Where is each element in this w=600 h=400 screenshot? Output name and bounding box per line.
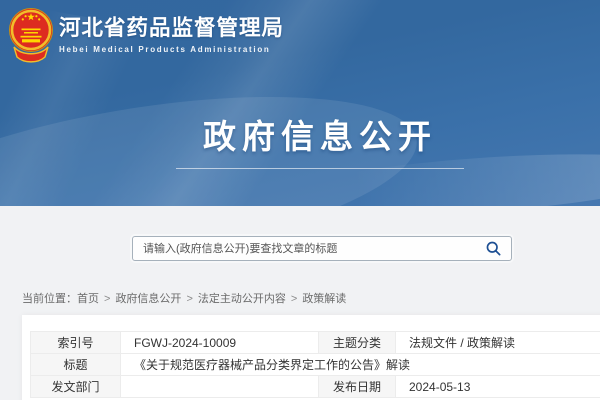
site-logo[interactable]: 河北省药品监督管理局 Hebei Medical Products Admini… <box>8 5 284 63</box>
breadcrumb-home[interactable]: 首页 <box>77 293 99 305</box>
field-label-topic-category: 主题分类 <box>319 332 396 354</box>
table-row: 发文部门 发布日期 2024-05-13 <box>31 376 600 398</box>
field-label-index-number: 索引号 <box>31 332 121 354</box>
field-value-issuing-department <box>121 376 319 398</box>
breadcrumb-separator: > <box>104 293 110 305</box>
breadcrumb-gov-info[interactable]: 政府信息公开 <box>115 293 181 305</box>
field-value-topic-category: 法规文件 / 政策解读 <box>396 332 600 354</box>
banner-underline-decoration <box>176 168 464 169</box>
field-label-publish-date: 发布日期 <box>319 376 396 398</box>
search-button[interactable] <box>481 240 511 257</box>
page: 河北省药品监督管理局 Hebei Medical Products Admini… <box>0 0 600 400</box>
table-row: 索引号 FGWJ-2024-10009 主题分类 法规文件 / 政策解读 <box>31 332 600 354</box>
breadcrumb-separator: > <box>291 293 297 305</box>
breadcrumb-policy-interpretation[interactable]: 政策解读 <box>302 293 346 305</box>
site-title-group: 河北省药品监督管理局 Hebei Medical Products Admini… <box>59 15 284 54</box>
table-row: 标题 《关于规范医疗器械产品分类界定工作的公告》解读 <box>31 354 600 376</box>
field-label-title: 标题 <box>31 354 121 376</box>
site-title-en: Hebei Medical Products Administration <box>59 45 284 54</box>
field-label-issuing-department: 发文部门 <box>31 376 121 398</box>
field-value-publish-date: 2024-05-13 <box>396 376 600 398</box>
search-input[interactable] <box>133 237 481 260</box>
breadcrumb-separator: > <box>186 293 192 305</box>
breadcrumb-prefix: 当前位置： <box>22 293 77 305</box>
banner-heading: 政府信息公开 <box>40 110 600 158</box>
breadcrumb: 当前位置：首页 > 政府信息公开 > 法定主动公开内容 > 政策解读 <box>22 290 346 306</box>
search-icon <box>485 240 502 257</box>
field-value-title: 《关于规范医疗器械产品分类界定工作的公告》解读 <box>121 354 600 376</box>
banner-title: 政府信息公开 <box>40 110 600 158</box>
site-banner: 河北省药品监督管理局 Hebei Medical Products Admini… <box>0 0 600 206</box>
breadcrumb-statutory-disclosure[interactable]: 法定主动公开内容 <box>198 293 286 305</box>
site-title-zh: 河北省药品监督管理局 <box>59 15 284 41</box>
search-box <box>132 236 512 261</box>
document-info-card: 索引号 FGWJ-2024-10009 主题分类 法规文件 / 政策解读 标题 … <box>22 315 600 400</box>
national-emblem-icon <box>8 5 54 63</box>
field-value-index-number: FGWJ-2024-10009 <box>121 332 319 354</box>
document-meta-table: 索引号 FGWJ-2024-10009 主题分类 法规文件 / 政策解读 标题 … <box>30 331 600 398</box>
content-area: 当前位置：首页 > 政府信息公开 > 法定主动公开内容 > 政策解读 索引号 FGWJ-20… <box>0 206 600 400</box>
